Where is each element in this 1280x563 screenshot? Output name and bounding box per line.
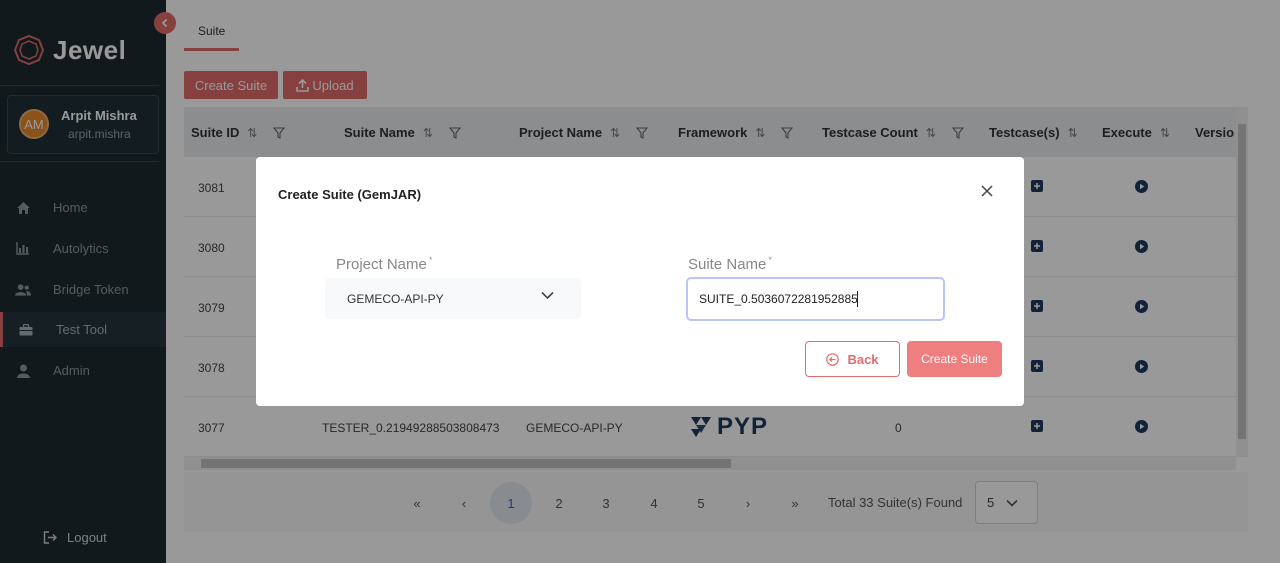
chevron-down-icon — [541, 291, 554, 300]
suite-name-input[interactable] — [686, 277, 945, 321]
close-icon[interactable] — [980, 184, 996, 200]
text-cursor — [857, 291, 858, 307]
back-button[interactable]: Back — [805, 341, 900, 377]
modal-title: Create Suite (GemJAR) — [278, 187, 422, 202]
back-circle-icon — [826, 352, 840, 366]
project-name-label: Project Name * — [336, 255, 433, 273]
create-suite-submit-button[interactable]: Create Suite — [907, 341, 1002, 377]
suite-name-label: Suite Name * — [688, 255, 772, 273]
back-label: Back — [847, 351, 879, 367]
required-mark: * — [768, 255, 772, 265]
required-mark: * — [428, 255, 433, 265]
create-suite-modal: Create Suite (GemJAR) Project Name * GEME… — [256, 157, 1024, 406]
project-name-select[interactable]: GEMECO-API-PY — [325, 278, 581, 319]
project-name-value: GEMECO-API-PY — [347, 291, 444, 306]
